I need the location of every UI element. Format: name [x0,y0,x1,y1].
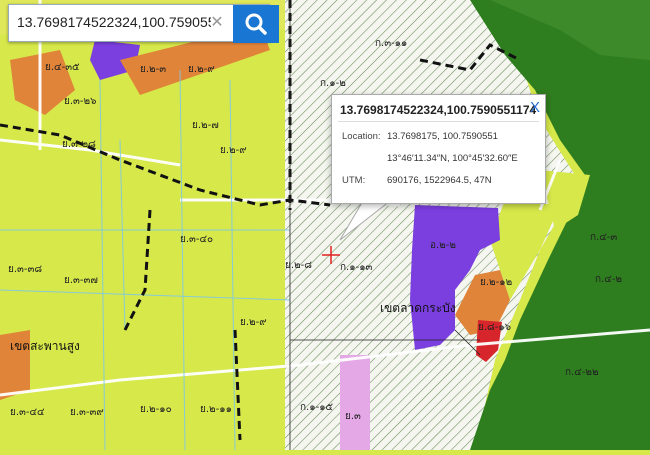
svg-text:ก.๑-๑๓: ก.๑-๑๓ [340,262,373,273]
svg-text:ย.๒-๘: ย.๒-๘ [285,260,312,271]
clear-search-button[interactable]: ✕ [205,9,229,37]
svg-text:เขตสะพานสูง: เขตสะพานสูง [10,339,80,354]
svg-text:ย.๓: ย.๓ [345,411,361,422]
close-icon: ✕ [210,14,224,31]
search-bar: ✕ [8,4,279,43]
popup-divider [338,121,539,122]
svg-text:ย.๓-๒๖: ย.๓-๒๖ [64,96,96,107]
svg-text:ก.๑-๑๕: ก.๑-๑๕ [300,402,334,413]
svg-text:เขตลาดกระบัง: เขตลาดกระบัง [380,301,456,315]
svg-text:อ.๒-๒: อ.๒-๒ [430,240,456,251]
search-icon [245,13,267,35]
map-canvas[interactable]: ย.๔-๓๕ ย.๒-๓ ย.๒-๙ ย.๓-๒๖ ย.๒-๗ ย.๒-๙ ย.… [0,0,650,451]
svg-text:ก.๔-๒: ก.๔-๒ [595,274,622,285]
search-button[interactable] [233,5,279,43]
search-input[interactable] [13,9,215,35]
svg-text:ย.๓-๒๘: ย.๓-๒๘ [62,139,96,150]
svg-text:ย.๓-๔๐: ย.๓-๔๐ [180,234,213,245]
svg-text:ย.๒-๗: ย.๒-๗ [192,120,219,131]
location-label: Location: [342,131,381,142]
popup-close-button[interactable]: X [530,99,540,116]
svg-text:ย.๘-๑๖: ย.๘-๑๖ [478,322,511,333]
popup-title: 13.7698174522324,100.7590551174 [340,103,537,117]
svg-text:ก.๔-๒๒: ก.๔-๒๒ [565,367,599,378]
svg-text:ย.๔-๓๕: ย.๔-๓๕ [45,62,80,73]
svg-text:ย.๒-๑๑: ย.๒-๑๑ [200,404,232,415]
svg-text:ก.๓-๑๑: ก.๓-๑๑ [375,38,407,49]
svg-text:ก.๑-๒: ก.๑-๒ [320,78,346,89]
svg-text:ย.๓-๔๔: ย.๓-๔๔ [10,407,45,418]
svg-text:ย.๓-๓๘: ย.๓-๓๘ [8,264,42,275]
land-use-map[interactable]: ย.๔-๓๕ ย.๒-๓ ย.๒-๙ ย.๓-๒๖ ย.๒-๗ ย.๒-๙ ย.… [0,0,650,451]
svg-text:ย.๒-๙: ย.๒-๙ [240,317,267,328]
utm-label: UTM: [342,175,366,186]
utm-value: 690176, 1522964.5, 47N [387,175,492,186]
svg-text:ย.๒-๙: ย.๒-๙ [220,145,247,156]
svg-text:ย.๒-๑๐: ย.๒-๑๐ [140,404,172,415]
location-popup: 13.7698174522324,100.7590551174 X Locati… [331,94,546,204]
svg-text:ย.๒-๑๒: ย.๒-๑๒ [480,277,512,288]
svg-text:ย.๓-๓๗: ย.๓-๓๗ [64,275,98,286]
svg-text:ย.๒-๙: ย.๒-๙ [188,64,215,75]
svg-text:ย.๓-๓๙: ย.๓-๓๙ [70,407,104,418]
location-decimal-value: 13.7698175, 100.7590551 [387,131,498,142]
location-dms-value: 13°46′11.34″N, 100°45′32.60″E [387,153,518,164]
svg-text:ก.๔-๓: ก.๔-๓ [590,232,617,243]
svg-text:ย.๒-๓: ย.๒-๓ [140,64,166,75]
